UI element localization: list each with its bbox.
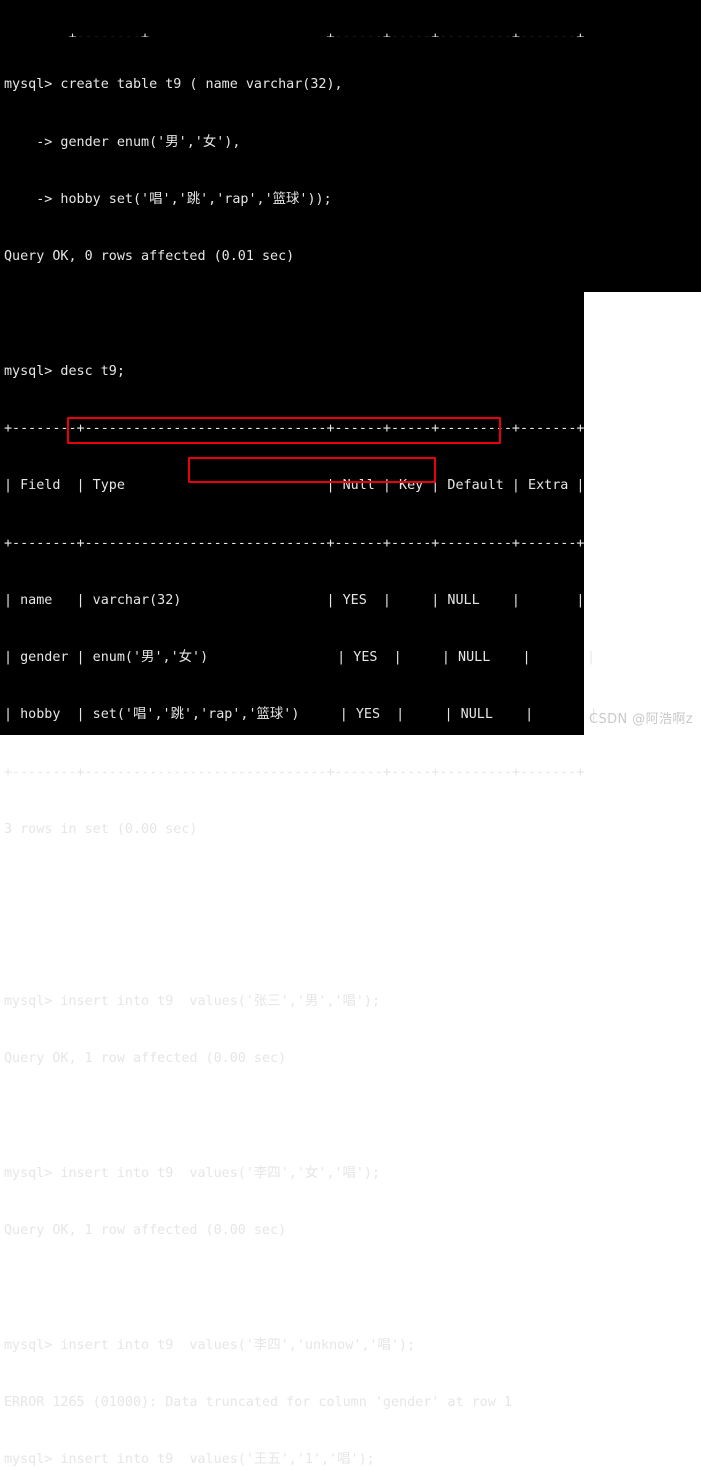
terminal-line-desc-result: 3 rows in set (0.00 sec) [4, 822, 198, 838]
insert-4-prefix: mysql> insert into t9 [4, 1452, 190, 1468]
terminal-line-blank-3 [0, 935, 701, 954]
terminal-line-blank-2 [0, 877, 701, 896]
terminal-output[interactable]: +--------+ +------+-----+---------+-----… [0, 0, 701, 1467]
terminal-line-insert-2-result: Query OK, 1 row affected (0.00 sec) [4, 1223, 287, 1238]
terminal-line-create-gender: -> gender enum('男','女'), [4, 134, 241, 150]
desc-table-row-name: | name | varchar(32) | YES | | NULL | | [4, 592, 585, 608]
terminal-line-create-hobby: -> hobby set('唱','跳','rap','篮球')); [4, 191, 332, 207]
terminal-line-error-1265: ERROR 1265 (01000): Data truncated for c… [4, 1394, 512, 1410]
annotation-box-insert-unknow [67, 417, 501, 444]
terminal-line-insert-1: mysql> insert into t9 values('张三','男','唱… [4, 993, 381, 1009]
terminal-line-create-result: Query OK, 0 rows affected (0.01 sec) [4, 249, 295, 265]
prompt-label: mysql> [4, 1337, 61, 1353]
terminal-line-insert-4: mysql> insert into t9 values('王五','1','唱… [0, 1450, 701, 1469]
csdn-watermark: CSDN @阿浩啊z [588, 712, 693, 727]
terminal-line-desc-command: mysql> desc t9; [4, 363, 125, 379]
terminal-line-blank-5 [0, 1278, 701, 1297]
terminal-line-partial-rule: +--------+ +------+-----+---------+-----… [0, 28, 701, 37]
desc-table-rule-bottom: +--------+------------------------------… [4, 764, 585, 780]
insert-unknow-statement: insert into t9 values('李四','unknow','唱')… [60, 1337, 416, 1353]
insert-numeric-enum-statement: values('王五','1','唱'); [189, 1452, 375, 1468]
terminal-line-insert-3: mysql> insert into t9 values('李四','unkno… [0, 1336, 701, 1355]
desc-table-row-gender: | gender | enum('男','女') | YES | | NULL … [4, 650, 596, 666]
terminal-line-insert-2: mysql> insert into t9 values('李四','女','唱… [4, 1165, 381, 1181]
terminal-line-create-table: mysql> create table t9 ( name varchar(32… [4, 77, 343, 93]
terminal-line-blank-1 [0, 305, 701, 324]
terminal-line-blank-4 [0, 1106, 701, 1125]
annotation-box-insert-numeric-enum [188, 457, 436, 483]
desc-table-rule-mid: +--------+------------------------------… [4, 535, 585, 551]
terminal-line-insert-1-result: Query OK, 1 row affected (0.00 sec) [4, 1051, 287, 1067]
